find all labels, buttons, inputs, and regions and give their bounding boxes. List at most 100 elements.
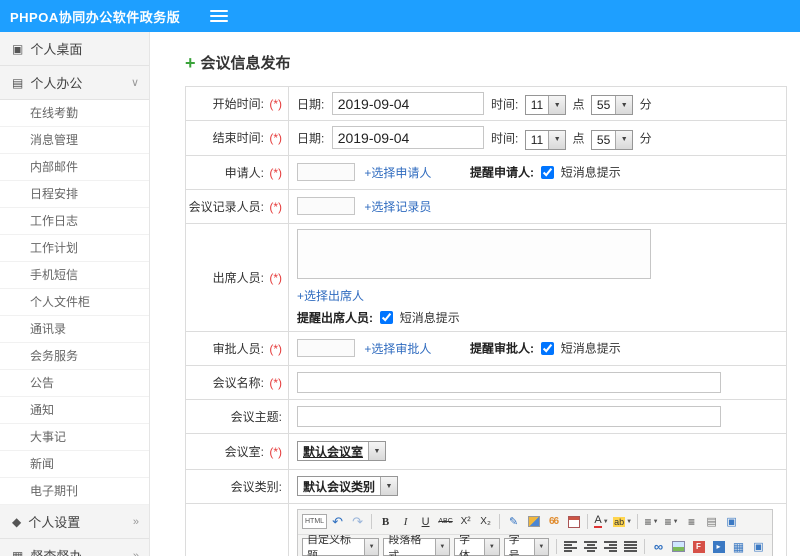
sidebar-item-work-plan[interactable]: 工作计划 <box>0 235 149 262</box>
blockquote-button[interactable]: 66 <box>544 512 563 531</box>
approver-input[interactable] <box>297 339 355 358</box>
insert-media-button[interactable]: ▸ <box>709 537 728 556</box>
bold-button[interactable]: B <box>376 512 395 531</box>
end-date-input[interactable] <box>331 126 484 150</box>
align-left-button[interactable] <box>561 537 580 556</box>
plus-icon: + <box>185 52 196 73</box>
italic-button[interactable]: I <box>396 512 415 531</box>
field-label: 会议室: <box>224 444 264 459</box>
choose-approver-link[interactable]: +选择审批人 <box>364 342 431 356</box>
start-date-input[interactable] <box>331 92 484 115</box>
sidebar-item-notice[interactable]: 通知 <box>0 397 149 424</box>
meeting-name-input[interactable] <box>297 371 721 393</box>
sidebar-item-file-cabinet[interactable]: 个人文件柜 <box>0 289 149 316</box>
meeting-category-select[interactable]: 默认会议类别 ▼ <box>297 476 399 497</box>
sidebar-item-mail[interactable]: 内部邮件 <box>0 154 149 181</box>
html-source-button[interactable]: HTML <box>302 514 328 530</box>
paragraph-format-select[interactable]: 段落格式 ▼ <box>383 534 451 556</box>
sidebar-item-work-log[interactable]: 工作日志 <box>0 208 149 235</box>
end-minute-select[interactable]: 55 ▼ <box>590 129 634 150</box>
choose-recorder-link[interactable]: +选择记录员 <box>364 200 431 214</box>
end-hour-select[interactable]: 11 ▼ <box>524 129 567 150</box>
highlight-color-button[interactable]: ab ▼ <box>612 512 633 531</box>
choose-applicant-link[interactable]: +选择申请人 <box>364 166 431 180</box>
sidebar-item-meeting-service[interactable]: 会务服务 <box>0 343 149 370</box>
align-justify-button[interactable] <box>621 537 640 556</box>
subscript-button[interactable]: X₂ <box>476 512 495 531</box>
paint-format-button[interactable] <box>524 512 543 531</box>
indent-button[interactable]: ≡ <box>682 512 701 531</box>
code-view-button[interactable]: ▣ <box>749 537 768 556</box>
sidebar-item-desktop[interactable]: ▣ 个人桌面 <box>0 32 149 66</box>
applicant-input[interactable] <box>297 163 355 182</box>
required-mark: (*) <box>269 165 282 180</box>
sidebar-item-contacts[interactable]: 通讯录 <box>0 316 149 343</box>
font-family-select[interactable]: 字体 ▼ <box>454 535 500 556</box>
fullscreen-button[interactable]: ▣ <box>722 512 741 531</box>
recorder-input[interactable] <box>297 197 355 216</box>
sidebar-item-office[interactable]: ▤ 个人办公 ∨ <box>0 66 149 100</box>
sidebar-item-announcement[interactable]: 公告 <box>0 370 149 397</box>
insert-table-button[interactable]: ▦ <box>729 537 748 556</box>
field-label: 申请人: <box>224 165 264 180</box>
sidebar-item-schedule[interactable]: 日程安排 <box>0 181 149 208</box>
paragraph-format-value: 段落格式 <box>388 534 422 556</box>
approver-sms-checkbox[interactable] <box>541 341 555 355</box>
sidebar-item-messages[interactable]: 消息管理 <box>0 127 149 154</box>
attendees-sms-checkbox[interactable] <box>380 310 394 324</box>
insert-flash-button[interactable]: F <box>689 537 708 556</box>
dropdown-arrow-icon: ▼ <box>548 130 566 149</box>
sidebar-item-attendance[interactable]: 在线考勤 <box>0 100 149 127</box>
form-row-attendees: 出席人员: (*) +选择出席人 提醒出席人员: 短消息提示 <box>185 222 787 332</box>
sidebar-item-supervise[interactable]: ▦ 督查督办 » <box>0 539 149 556</box>
meeting-topic-label-cell: 会议主题: <box>185 398 289 434</box>
sidebar-item-news[interactable]: 新闻 <box>0 451 149 478</box>
sidebar-submenu: 在线考勤 消息管理 内部邮件 日程安排 工作日志 工作计划 手机短信 个人文件柜… <box>0 100 149 505</box>
meeting-room-select[interactable]: 默认会议室 ▼ <box>297 441 387 462</box>
hamburger-menu-icon[interactable] <box>210 10 229 22</box>
font-color-button[interactable]: A ▼ <box>592 512 611 531</box>
meeting-topic-input[interactable] <box>297 405 721 427</box>
flash-icon: F <box>692 540 705 553</box>
ordered-list-button[interactable]: ≡ ▼ <box>642 512 661 531</box>
field-label: 会议记录人员: <box>188 199 264 214</box>
align-right-icon <box>604 541 618 553</box>
align-justify-icon <box>624 541 638 553</box>
superscript-button[interactable]: X² <box>456 512 475 531</box>
unordered-list-button[interactable]: ≡ ▼ <box>662 512 681 531</box>
align-right-button[interactable] <box>601 537 620 556</box>
sms-label: 短消息提示 <box>560 341 621 356</box>
sidebar-item-events[interactable]: 大事记 <box>0 424 149 451</box>
hour-unit-label: 点 <box>572 97 585 112</box>
underline-button[interactable]: U <box>416 512 435 531</box>
recorder-label-cell: 会议记录人员: (*) <box>185 188 289 224</box>
undo-button[interactable]: ↶ <box>328 512 347 531</box>
calendar-plugin-button[interactable] <box>564 512 583 531</box>
insert-link-button[interactable]: ∞ <box>649 537 668 556</box>
meeting-name-label-cell: 会议名称: (*) <box>185 364 289 400</box>
approver-label-cell: 审批人员: (*) <box>185 330 289 366</box>
chevron-down-icon: ∨ <box>130 77 139 89</box>
toolbar-separator <box>587 514 589 530</box>
toolbar-separator <box>556 539 558 555</box>
start-minute-select[interactable]: 55 ▼ <box>590 95 634 116</box>
custom-title-select[interactable]: 自定义标题 ▼ <box>302 535 380 556</box>
sidebar-item-e-journal[interactable]: 电子期刊 <box>0 478 149 505</box>
redo-button[interactable]: ↷ <box>348 512 367 531</box>
start-hour-select[interactable]: 11 ▼ <box>524 95 567 116</box>
strikethrough-button[interactable]: ABC <box>436 512 455 531</box>
sidebar-item-sms[interactable]: 手机短信 <box>0 262 149 289</box>
attendees-textarea[interactable] <box>297 228 651 279</box>
remind-approver-label: 提醒审批人: <box>470 341 535 356</box>
sidebar-item-settings[interactable]: ◆ 个人设置 » <box>0 505 149 539</box>
applicant-sms-checkbox[interactable] <box>541 165 555 179</box>
dropdown-arrow-icon: ▼ <box>615 96 633 115</box>
page-break-button[interactable]: ▤ <box>702 512 721 531</box>
format-pen-button[interactable]: ✎ <box>504 512 523 531</box>
choose-attendees-link[interactable]: +选择出席人 <box>297 289 364 303</box>
insert-image-button[interactable] <box>669 537 688 556</box>
align-center-button[interactable] <box>581 537 600 556</box>
font-size-select[interactable]: 字号 ▼ <box>503 535 550 556</box>
meeting-category-label-cell: 会议类别: <box>185 468 289 504</box>
unordered-list-icon: ≡ <box>664 514 672 529</box>
